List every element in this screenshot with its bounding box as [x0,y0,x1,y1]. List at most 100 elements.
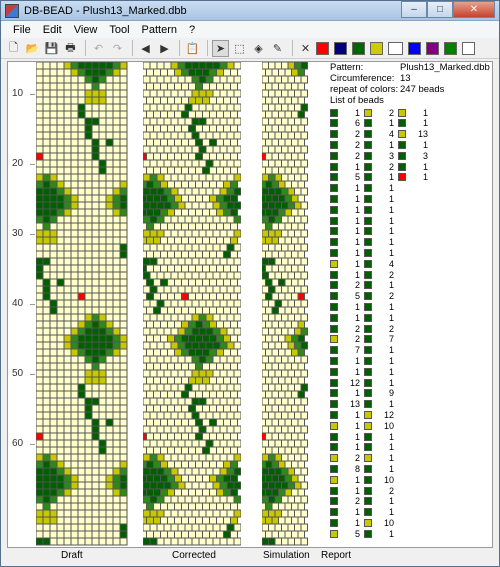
bead-cell[interactable] [281,145,289,154]
bead-cell[interactable] [77,474,86,483]
bead-cell[interactable] [198,439,207,448]
bead-cell[interactable] [49,341,58,350]
bead-cell[interactable] [149,313,158,322]
bead-cell[interactable] [49,460,58,469]
bead-cell[interactable] [226,243,235,252]
bead-cell[interactable] [77,145,86,154]
bead-cell[interactable] [163,313,172,322]
bead-cell[interactable] [36,327,44,336]
bead-cell[interactable] [112,495,121,504]
bead-cell[interactable] [226,285,235,294]
bead-cell[interactable] [268,537,276,546]
bead-cell[interactable] [202,194,210,203]
bead-cell[interactable] [209,264,217,273]
bead-cell[interactable] [98,250,107,259]
bead-cell[interactable] [284,306,292,315]
bead-cell[interactable] [167,502,175,511]
bead-cell[interactable] [212,467,221,476]
bead-cell[interactable] [184,327,193,336]
shift-right-icon[interactable]: ▶ [156,40,173,57]
bead-cell[interactable] [91,404,100,413]
bead-cell[interactable] [119,362,128,371]
bead-cell[interactable] [49,467,58,476]
bead-cell[interactable] [49,481,58,490]
bead-cell[interactable] [143,481,151,490]
bead-cell[interactable] [84,453,93,462]
bead-cell[interactable] [274,411,282,420]
bead-cell[interactable] [262,467,269,476]
bead-cell[interactable] [56,376,65,385]
bead-cell[interactable] [156,299,165,308]
bead-cell[interactable] [56,334,65,343]
bead-cell[interactable] [287,215,295,224]
bead-cell[interactable] [212,173,221,182]
bead-cell[interactable] [143,124,147,133]
bead-cell[interactable] [226,159,235,168]
bead-cell[interactable] [77,68,86,77]
bead-cell[interactable] [278,474,286,483]
bead-cell[interactable] [146,124,154,133]
bead-cell[interactable] [202,110,210,119]
bead-cell[interactable] [160,96,168,105]
bead-cell[interactable] [119,68,128,77]
bead-cell[interactable] [146,404,154,413]
bead-cell[interactable] [112,523,121,532]
bead-cell[interactable] [153,250,161,259]
bead-cell[interactable] [143,425,151,434]
bead-cell[interactable] [105,68,114,77]
bead-cell[interactable] [205,117,214,126]
bead-cell[interactable] [84,187,93,196]
bead-cell[interactable] [42,173,51,182]
bead-cell[interactable] [84,467,93,476]
bead-cell[interactable] [84,62,93,70]
bead-cell[interactable] [112,341,121,350]
bead-cell[interactable] [184,341,193,350]
bead-cell[interactable] [36,432,44,441]
bead-cell[interactable] [91,278,100,287]
bead-cell[interactable] [174,166,182,175]
bead-cell[interactable] [146,222,154,231]
bead-cell[interactable] [49,397,58,406]
bead-cell[interactable] [287,355,295,364]
bead-cell[interactable] [219,313,228,322]
bead-cell[interactable] [143,467,151,476]
bead-cell[interactable] [284,432,292,441]
bead-cell[interactable] [262,397,269,406]
bead-cell[interactable] [98,530,107,539]
bead-cell[interactable] [56,292,65,301]
bead-cell[interactable] [195,446,203,455]
bead-cell[interactable] [56,439,65,448]
bead-cell[interactable] [119,131,128,140]
bead-cell[interactable] [223,446,231,455]
bead-cell[interactable] [160,166,168,175]
bead-cell[interactable] [70,474,79,483]
bead-cell[interactable] [184,481,193,490]
bead-cell[interactable] [98,362,107,371]
bead-cell[interactable] [284,404,292,413]
bead-cell[interactable] [70,327,79,336]
bead-cell[interactable] [42,243,51,252]
bead-cell[interactable] [191,243,200,252]
bead-cell[interactable] [284,194,292,203]
bead-cell[interactable] [297,530,305,539]
bead-cell[interactable] [262,432,266,441]
bead-cell[interactable] [262,488,266,497]
bead-cell[interactable] [198,537,207,546]
color-picker-icon[interactable]: ✎ [269,40,286,57]
bead-cell[interactable] [56,257,65,266]
bead-cell[interactable] [156,397,165,406]
bead-cell[interactable] [98,495,107,504]
bead-cell[interactable] [202,264,210,273]
bead-cell[interactable] [170,327,179,336]
bead-cell[interactable] [105,166,114,175]
bead-cell[interactable] [56,124,65,133]
bead-cell[interactable] [56,453,65,462]
bead-cell[interactable] [233,425,241,434]
bead-cell[interactable] [112,299,121,308]
bead-cell[interactable] [56,159,65,168]
bead-cell[interactable] [209,446,217,455]
bead-cell[interactable] [262,327,269,336]
bead-cell[interactable] [98,138,107,147]
bead-cell[interactable] [184,271,193,280]
bead-cell[interactable] [143,530,147,539]
